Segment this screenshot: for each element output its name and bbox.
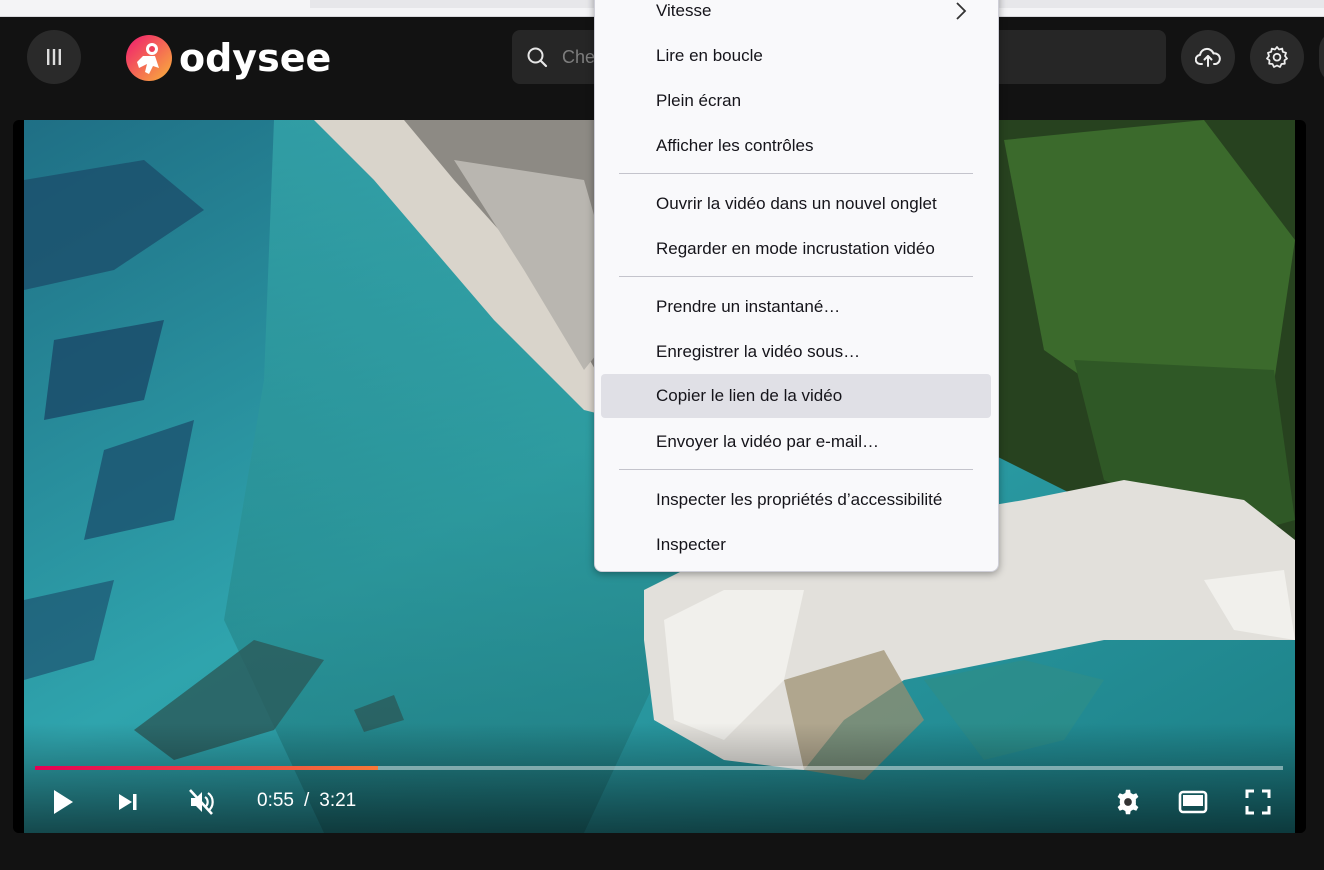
player-settings-button[interactable] — [1113, 786, 1143, 818]
upload-button[interactable] — [1181, 30, 1235, 84]
ctx-separator — [619, 469, 973, 470]
ctx-item-open-new-tab[interactable]: Ouvrir la vidéo dans un nouvel onglet — [601, 182, 991, 226]
ctx-item-label: Plein écran — [656, 91, 742, 110]
mute-button[interactable] — [185, 786, 217, 818]
ctx-item-speed[interactable]: Vitesse — [601, 0, 991, 33]
sidebar-menu-button[interactable] — [27, 30, 81, 84]
volume-muted-icon — [189, 789, 214, 815]
ctx-item-fullscreen[interactable]: Plein écran — [601, 79, 991, 123]
ctx-item-email-video[interactable]: Envoyer la vidéo par e-mail… — [601, 420, 991, 464]
next-button[interactable] — [115, 786, 141, 818]
ctx-item-label: Ouvrir la vidéo dans un nouvel onglet — [656, 194, 937, 213]
ctx-separator — [619, 276, 973, 277]
ctx-item-save-video[interactable]: Enregistrer la vidéo sous… — [601, 330, 991, 374]
cloud-upload-icon — [1195, 47, 1221, 67]
duration: 3:21 — [319, 790, 357, 811]
theater-mode-icon — [1178, 790, 1208, 814]
ctx-item-label: Inspecter — [656, 535, 726, 554]
fullscreen-icon — [1245, 789, 1271, 815]
video-context-menu: Vitesse Lire en boucle Plein écran Affic… — [594, 0, 999, 572]
odysee-logo[interactable]: odysee — [125, 33, 331, 83]
play-button[interactable] — [49, 786, 77, 818]
ctx-item-label: Vitesse — [656, 1, 712, 20]
menu-icon — [47, 49, 61, 65]
ctx-item-snapshot[interactable]: Prendre un instantané… — [601, 285, 991, 329]
ctx-item-label: Afficher les contrôles — [656, 136, 814, 155]
ctx-item-loop[interactable]: Lire en boucle — [601, 34, 991, 78]
ctx-separator — [619, 173, 973, 174]
ctx-item-label: Regarder en mode incrustation vidéo — [656, 239, 935, 258]
ctx-item-label: Inspecter les propriétés d’accessibilité — [656, 490, 943, 509]
chevron-right-icon — [956, 2, 967, 20]
account-button[interactable] — [1319, 30, 1324, 84]
theater-mode-button[interactable] — [1177, 786, 1209, 818]
ctx-item-picture-in-picture[interactable]: Regarder en mode incrustation vidéo — [601, 227, 991, 271]
skip-next-icon — [119, 794, 137, 810]
time-separator: / — [303, 790, 310, 811]
play-icon — [54, 790, 73, 814]
ctx-item-label: Envoyer la vidéo par e-mail… — [656, 432, 879, 451]
logo-wordmark: odysee — [179, 36, 332, 80]
current-time: 0:55 — [257, 790, 294, 811]
odysee-logo-icon — [126, 35, 172, 81]
ctx-item-label: Prendre un instantané… — [656, 297, 841, 316]
ctx-item-copy-link[interactable]: Copier le lien de la vidéo — [601, 374, 991, 418]
ctx-item-label: Copier le lien de la vidéo — [656, 386, 843, 405]
progress-bar[interactable] — [35, 766, 1283, 770]
search-icon — [527, 47, 548, 68]
ctx-item-inspect-accessibility[interactable]: Inspecter les propriétés d’accessibilité — [601, 478, 991, 522]
gear-icon — [1266, 46, 1288, 68]
ctx-item-label: Enregistrer la vidéo sous… — [656, 342, 861, 361]
time-display: 0:55 / 3:21 — [257, 790, 356, 812]
progress-bar-fill — [35, 766, 379, 770]
settings-button[interactable] — [1250, 30, 1304, 84]
ctx-item-inspect[interactable]: Inspecter — [601, 523, 991, 567]
ctx-item-show-controls[interactable]: Afficher les contrôles — [601, 124, 991, 168]
fullscreen-button[interactable] — [1243, 786, 1273, 818]
gear-icon — [1117, 789, 1139, 815]
ctx-item-label: Lire en boucle — [656, 46, 763, 65]
